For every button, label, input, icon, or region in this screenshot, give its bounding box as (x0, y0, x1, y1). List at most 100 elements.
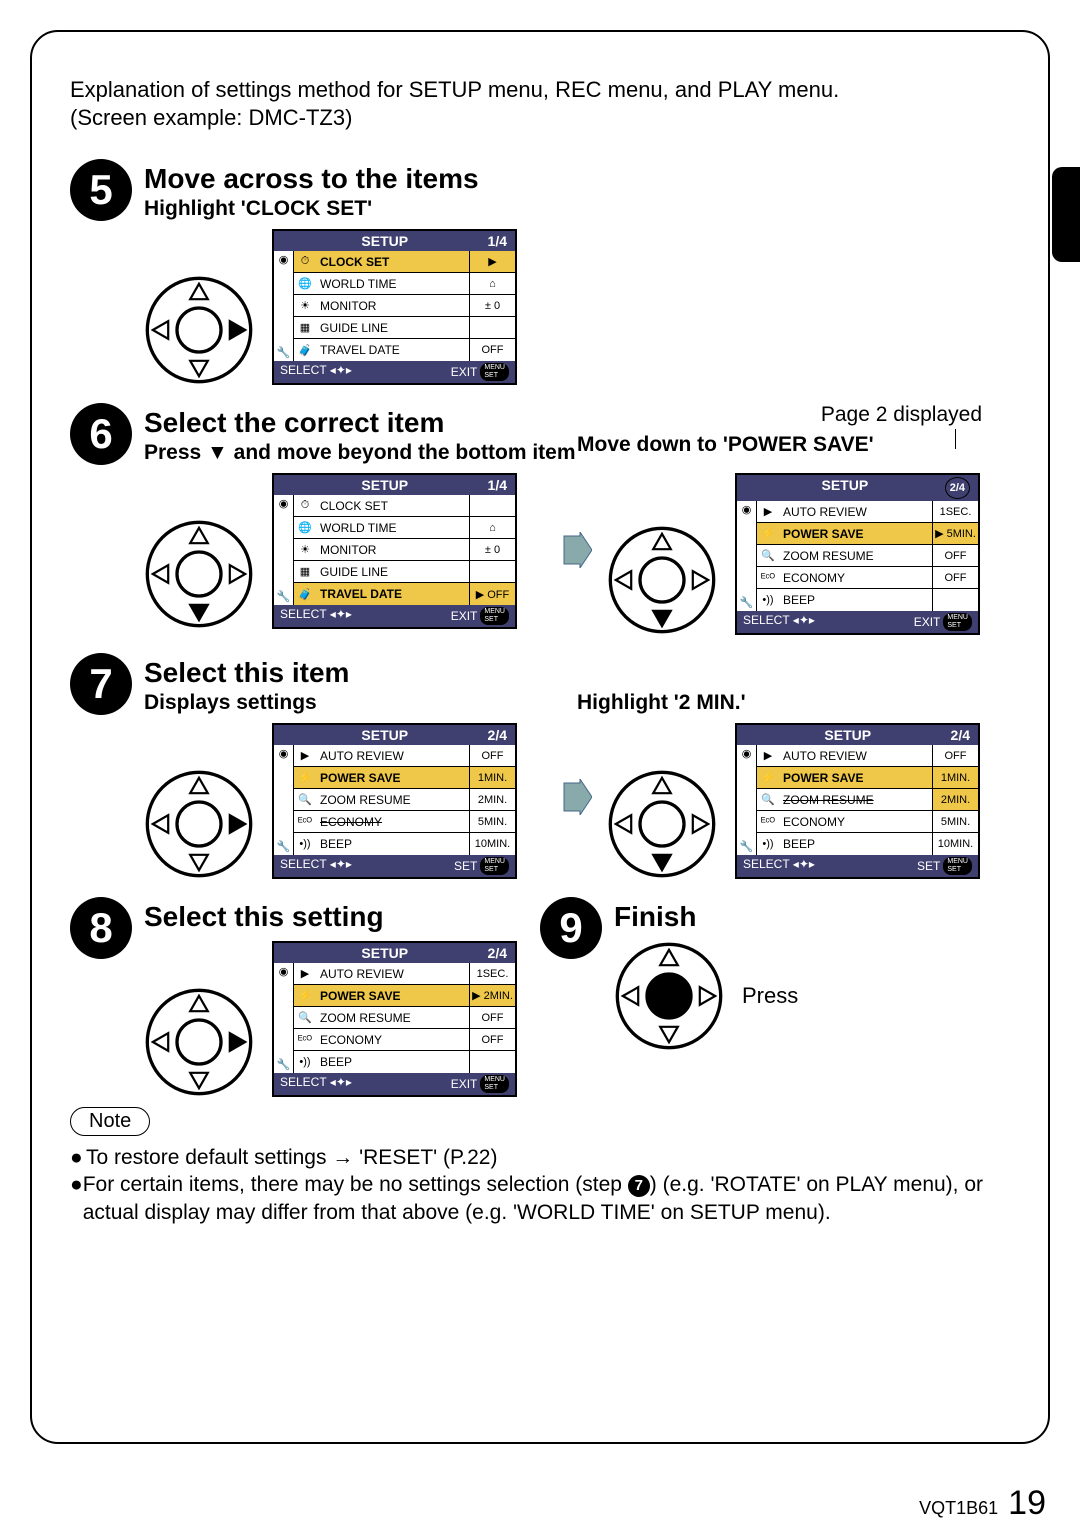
menu-row-value: 1MIN. (932, 767, 978, 788)
menu-row-icon: ▦ (294, 565, 316, 578)
menu-row-value: 1SEC. (469, 963, 515, 984)
menu-row-icon: 🧳 (294, 344, 316, 357)
dpad-icon (614, 941, 724, 1051)
menu-row-label: GUIDE LINE (316, 565, 469, 579)
menu-footer: SELECT ◂✦▸ SETMENUSET (274, 855, 515, 877)
menu-row: ᴱᶜᴼ ECONOMY OFF (757, 567, 978, 589)
menu-row-icon: ⚡ (757, 527, 779, 540)
menu-title: SETUP (745, 477, 945, 499)
menu-row-label: POWER SAVE (316, 771, 469, 785)
menu-left-tabs: ◉ 🔧 (274, 251, 294, 361)
menu-row-label: BEEP (779, 837, 932, 851)
menu-row-icon: ▶ (757, 749, 779, 762)
menu-footer: SELECT ◂✦▸ EXITMENUSET (274, 605, 515, 627)
menu-row-label: WORLD TIME (316, 521, 469, 535)
menu-footer: SELECT ◂✦▸ EXITMENUSET (274, 1073, 515, 1095)
menu-row-label: CLOCK SET (316, 499, 469, 513)
footer-select-label: SELECT ◂✦▸ (743, 613, 815, 631)
menu-left-tabs: ◉ 🔧 (274, 495, 294, 605)
menu-row-icon: ᴱᶜᴼ (294, 1034, 316, 1046)
page-frame: Explanation of settings method for SETUP… (30, 30, 1050, 1444)
menu-row: ☀ MONITOR ± 0 (294, 295, 515, 317)
menu-row-label: ZOOM RESUME (316, 1011, 469, 1025)
menu-row-label: MONITOR (316, 299, 469, 313)
menu-row-value: 10MIN. (469, 833, 515, 855)
footer-select-label: SELECT ◂✦▸ (743, 857, 815, 875)
footer-exit-label: EXITMENUSET (451, 363, 509, 381)
menu-footer: SELECT ◂✦▸ SETMENUSET (737, 855, 978, 877)
menu-row-value: 5MIN. (469, 811, 515, 832)
menu-row-icon: ⚡ (294, 771, 316, 784)
menu-row-icon: ☀ (294, 543, 316, 556)
camera-icon: ◉ (279, 497, 289, 510)
menu-row-icon: ▶ (294, 967, 316, 980)
menu-row-icon: ᴱᶜᴼ (757, 572, 779, 584)
menu-left-tabs: ◉ 🔧 (737, 745, 757, 855)
menu-row-value: ▶ 5MIN. (932, 523, 978, 544)
step5-title: Move across to the items (144, 163, 1010, 195)
menu-row-value (469, 317, 515, 338)
menu-row-value: OFF (932, 567, 978, 588)
page2-label: Page 2 displayed (577, 403, 1010, 427)
step8-title: Select this setting (144, 901, 540, 933)
page-number: 19 (1008, 1484, 1046, 1523)
menu-row-icon: ☀ (294, 299, 316, 312)
menu-row-value (469, 495, 515, 516)
menu-row-value: ▶ OFF (469, 583, 515, 605)
menu-row: ▶ AUTO REVIEW 1SEC. (294, 963, 515, 985)
footer-exit-label: SETMENUSET (454, 857, 509, 875)
menu-row-label: ZOOM RESUME (779, 793, 932, 807)
press-label: Press (742, 983, 798, 1009)
step-number-8: 8 (70, 897, 132, 959)
step6-sub: Press ▼ and move beyond the bottom item (144, 441, 577, 465)
arrow-icon (557, 532, 597, 568)
wrench-icon: 🔧 (277, 590, 291, 603)
menu-row-value: OFF (469, 1007, 515, 1028)
menu-footer: SELECT ◂✦▸ EXITMENUSET (274, 361, 515, 383)
setup-menu-7-right: SETUP 2/4 ◉ 🔧 ▶ AUTO REVIEW OFF ⚡ POWER … (735, 723, 980, 879)
menu-footer: SELECT ◂✦▸ EXITMENUSET (737, 611, 978, 633)
step5-diagram: SETUP 1/4 ◉ 🔧 ⏱ CLOCK SET ▶ 🌐 WORLD TIME… (144, 229, 1010, 385)
step-7: 7 Select this item Displays settings Hig… (70, 653, 1010, 879)
step-6: 6 Select the correct item Press ▼ and mo… (70, 403, 1010, 635)
step-5: 5 Move across to the items Highlight 'CL… (70, 159, 1010, 385)
menu-row-label: MONITOR (316, 543, 469, 557)
footer-exit-label: EXITMENUSET (914, 613, 972, 631)
menu-row-value: 10MIN. (932, 833, 978, 855)
doc-code: VQT1B61 (919, 1498, 998, 1519)
menu-row-label: POWER SAVE (779, 527, 932, 541)
menu-row-icon: ▶ (294, 749, 316, 762)
menu-row-label: AUTO REVIEW (779, 749, 932, 763)
menu-row-icon: 🧳 (294, 588, 316, 601)
menu-row-icon: •)) (757, 838, 779, 850)
menu-row-value: ▶ (469, 251, 515, 272)
menu-row-value (469, 561, 515, 582)
menu-row-icon: ▶ (757, 505, 779, 518)
dpad-icon (607, 525, 717, 635)
menu-row-value: OFF (932, 745, 978, 766)
menu-title: SETUP (282, 945, 488, 961)
dpad-icon (144, 275, 254, 385)
footer-select-label: SELECT ◂✦▸ (280, 363, 352, 381)
menu-row: ▶ AUTO REVIEW OFF (757, 745, 978, 767)
menu-header: SETUP 2/4 (274, 725, 515, 745)
menu-row-value: ⌂ (469, 273, 515, 294)
footer-select-label: SELECT ◂✦▸ (280, 1075, 352, 1093)
menu-row-value: ⌂ (469, 517, 515, 538)
menu-row-value: OFF (932, 545, 978, 566)
menu-row-label: AUTO REVIEW (316, 749, 469, 763)
menu-row-icon: ᴱᶜᴼ (757, 816, 779, 828)
menu-row: ⚡ POWER SAVE 1MIN. (757, 767, 978, 789)
menu-row: •)) BEEP 10MIN. (757, 833, 978, 855)
menu-row: ⏱ CLOCK SET ▶ (294, 251, 515, 273)
menu-row-icon: 🔍 (294, 1011, 316, 1024)
menu-row: 🌐 WORLD TIME ⌂ (294, 517, 515, 539)
notes: ●To restore default settings → 'RESET' (… (70, 1144, 1010, 1226)
step7-rhs-sub: Highlight '2 MIN.' (577, 691, 1010, 715)
menu-row: ⏱ CLOCK SET (294, 495, 515, 517)
step-number-7: 7 (70, 653, 132, 715)
footer-select-label: SELECT ◂✦▸ (280, 857, 352, 875)
menu-page: 1/4 (488, 477, 507, 493)
step-number-6: 6 (70, 403, 132, 465)
menu-row: ▶ AUTO REVIEW OFF (294, 745, 515, 767)
